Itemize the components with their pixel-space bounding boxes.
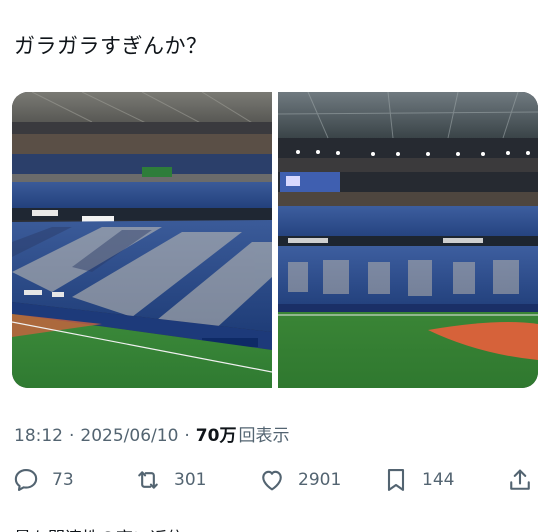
share-icon bbox=[510, 469, 530, 490]
share-button[interactable] bbox=[506, 462, 534, 498]
post-date[interactable]: 2025/06/10 bbox=[80, 426, 178, 446]
reply-count: 73 bbox=[52, 470, 74, 490]
views-label: 回表示 bbox=[238, 426, 290, 446]
reply-button[interactable]: 73 bbox=[12, 462, 74, 498]
post-text: ガラガラすぎんか？ bbox=[14, 34, 208, 58]
repost-button[interactable]: 301 bbox=[134, 462, 206, 498]
photo-left-image bbox=[12, 92, 272, 388]
photo-stadium-right[interactable] bbox=[278, 92, 538, 388]
replies-heading[interactable]: 最も関連性の高い返信 bbox=[14, 524, 184, 532]
bookmark-button[interactable]: 144 bbox=[382, 462, 454, 498]
heart-icon bbox=[262, 470, 282, 491]
meta-separator: · bbox=[184, 426, 190, 446]
bookmark-count: 144 bbox=[422, 470, 455, 490]
views-count: 70万 bbox=[195, 426, 237, 446]
reply-icon bbox=[14, 469, 38, 491]
repost-icon bbox=[138, 471, 158, 489]
post-time[interactable]: 18:12 bbox=[14, 426, 63, 446]
meta-separator: · bbox=[69, 426, 75, 446]
bookmark-icon bbox=[387, 469, 405, 491]
photo-right-image bbox=[278, 92, 538, 388]
action-bar: 73 301 2901 144 bbox=[12, 462, 538, 498]
media-grid bbox=[12, 92, 538, 388]
repost-count: 301 bbox=[174, 470, 207, 490]
like-button[interactable]: 2901 bbox=[258, 462, 341, 498]
like-count: 2901 bbox=[298, 470, 342, 490]
post-meta: 18:12 · 2025/06/10 · 70万 回表示 bbox=[14, 421, 289, 446]
photo-stadium-left[interactable] bbox=[12, 92, 272, 388]
